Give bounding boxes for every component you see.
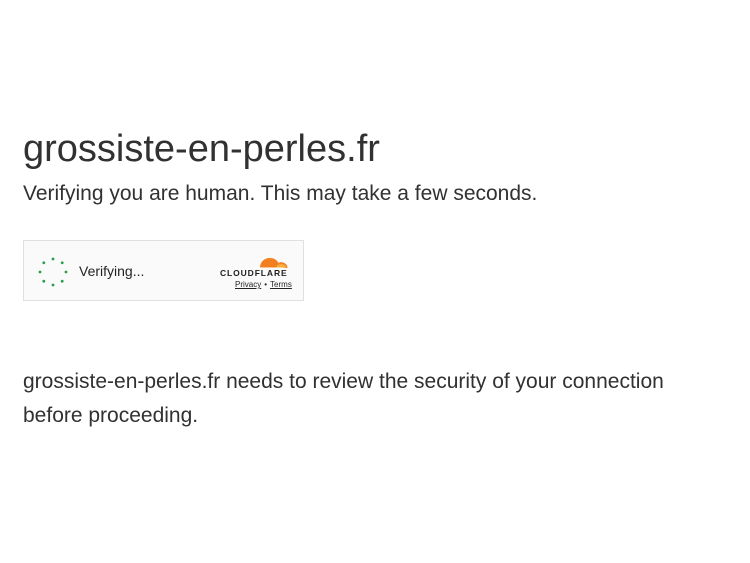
cloudflare-links: Privacy • Terms xyxy=(235,280,292,289)
verification-widget[interactable]: Verifying... CLOUDFLARE Privacy • Terms xyxy=(23,240,304,301)
cloudflare-wordmark: CLOUDFLARE xyxy=(220,268,288,278)
page-subtitle: Verifying you are human. This may take a… xyxy=(23,182,538,205)
terms-link[interactable]: Terms xyxy=(270,280,292,289)
verifying-status: Verifying... xyxy=(79,263,145,279)
security-message: grossiste-en-perles.fr needs to review t… xyxy=(23,370,664,427)
privacy-link[interactable]: Privacy xyxy=(235,280,261,289)
link-separator: • xyxy=(264,280,268,289)
spinner-icon xyxy=(38,257,68,287)
page-title: grossiste-en-perles.fr xyxy=(23,128,380,170)
